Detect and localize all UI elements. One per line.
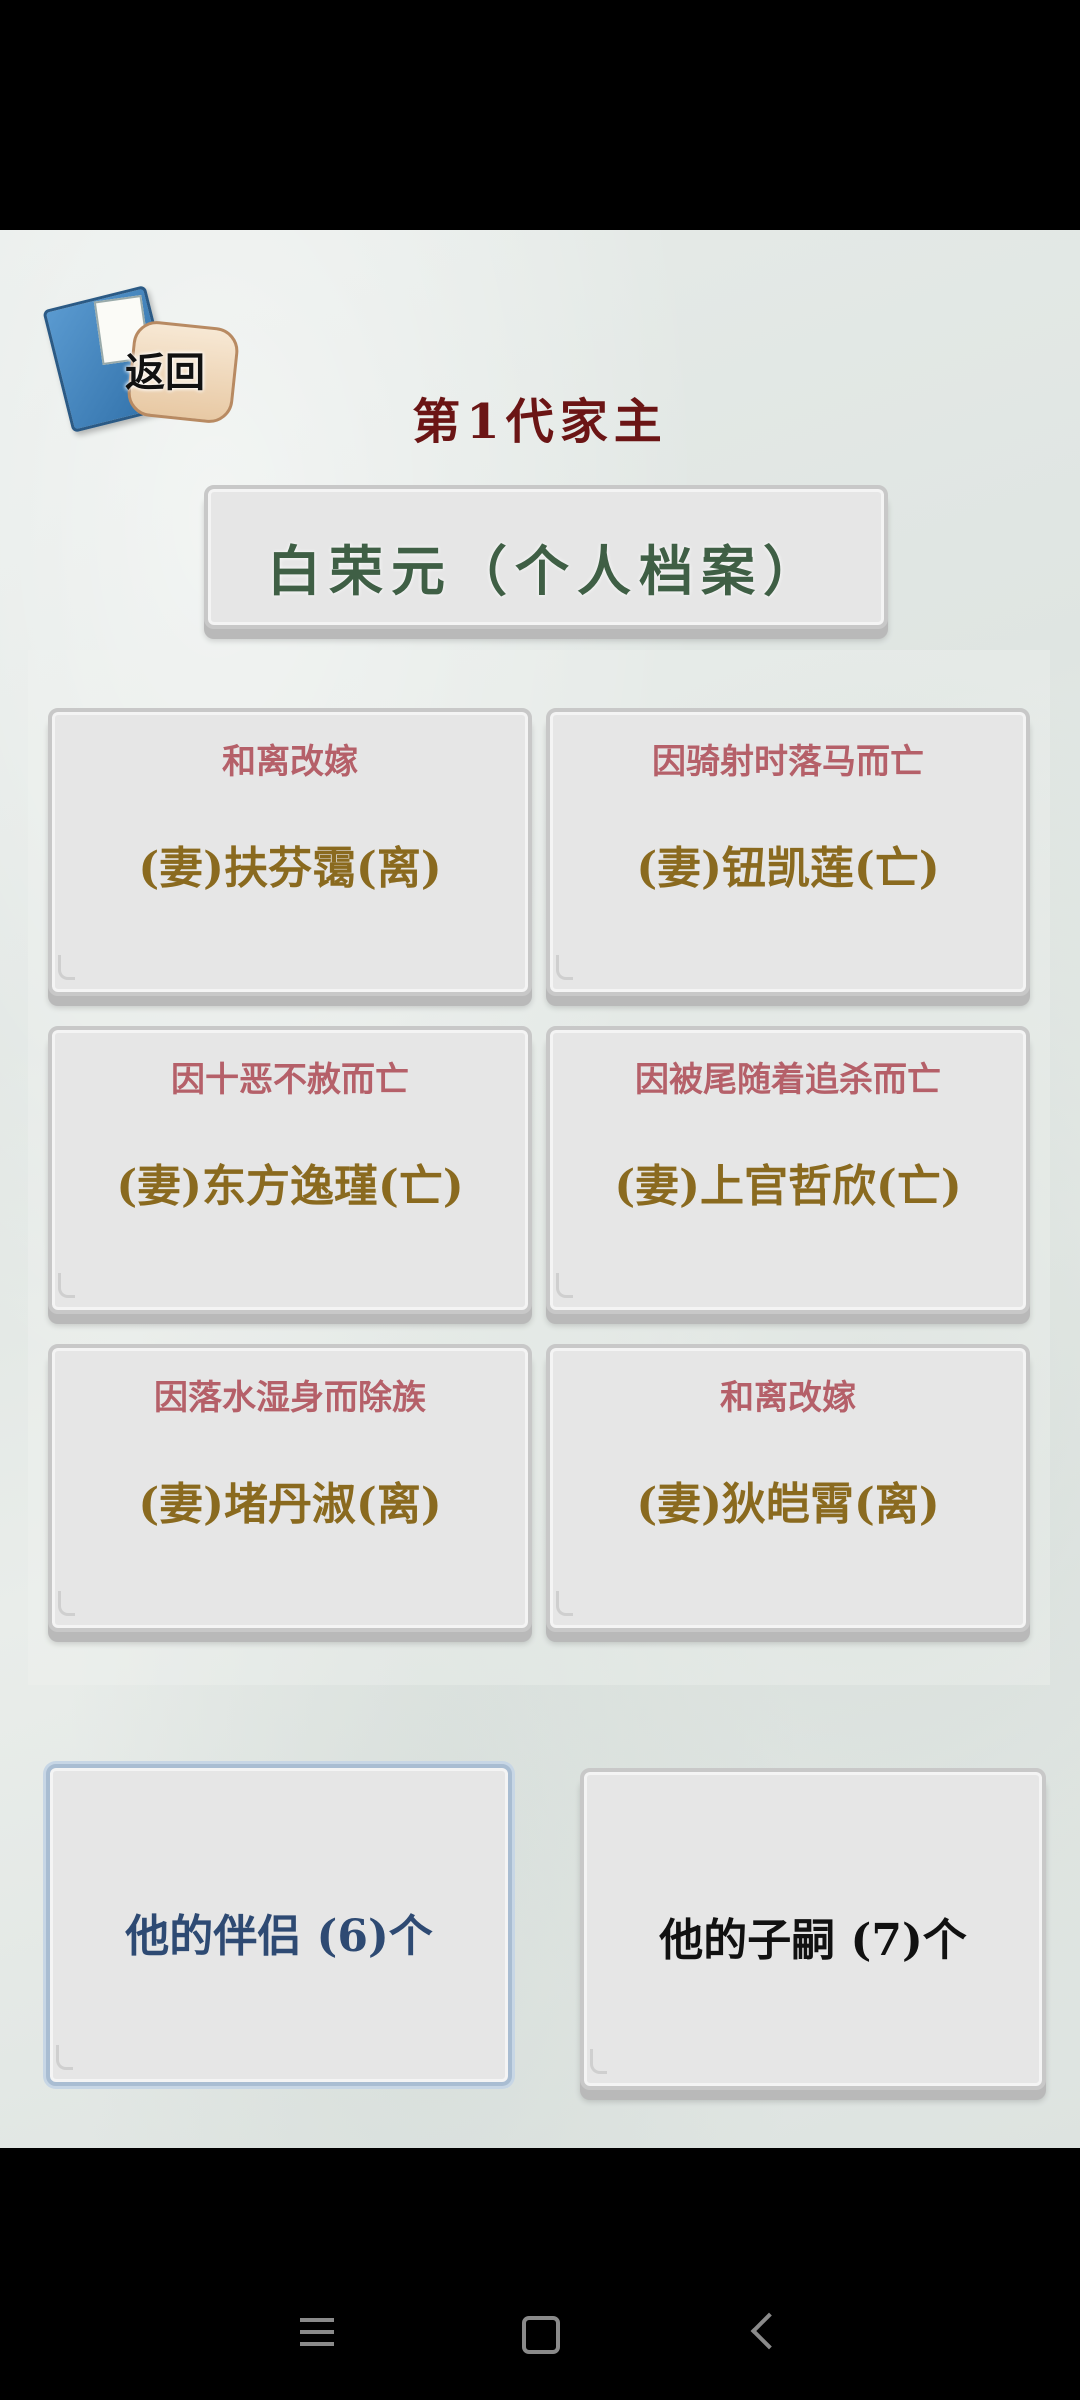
spouse-name: (妻)钮凯莲(亡) (636, 843, 940, 894)
spouse-card[interactable]: 因骑射时落马而亡 (妻)钮凯莲(亡) (546, 708, 1030, 996)
spouse-name: (妻)东方逸瑾(亡) (116, 1161, 464, 1212)
page-curl-decoration (590, 2049, 607, 2074)
home-square-icon[interactable] (522, 2316, 560, 2354)
system-nav-bar (0, 2148, 1080, 2400)
spouse-cause: 和离改嫁 (720, 1378, 856, 1418)
partners-button[interactable]: 他的伴侣 (6)个 (46, 1764, 512, 2086)
menu-icon[interactable] (300, 2318, 334, 2354)
page-curl-decoration (58, 1273, 75, 1298)
spouse-name: (妻)堵丹淑(离) (138, 1479, 442, 1530)
spouse-card[interactable]: 和离改嫁 (妻)狄皑霄(离) (546, 1344, 1030, 1632)
back-chevron-icon[interactable] (750, 2312, 788, 2350)
generation-title: 第1代家主 (412, 394, 668, 450)
spouse-card[interactable]: 因被尾随着追杀而亡 (妻)上官哲欣(亡) (546, 1026, 1030, 1314)
page-curl-decoration (58, 1591, 75, 1616)
spouse-card[interactable]: 因落水湿身而除族 (妻)堵丹淑(离) (48, 1344, 532, 1632)
partners-label: 他的伴侣 (6)个 (125, 1911, 433, 1962)
spouse-cause: 因十恶不赦而亡 (171, 1060, 409, 1100)
page-curl-decoration (58, 955, 75, 980)
spouse-name: (妻)扶芬霭(离) (138, 843, 442, 894)
children-label: 他的子嗣 (7)个 (659, 1915, 967, 1966)
profile-name: 白荣元（个人档案） (267, 539, 825, 603)
spouse-card[interactable]: 和离改嫁 (妻)扶芬霭(离) (48, 708, 532, 996)
spouse-cause: 和离改嫁 (222, 742, 358, 782)
spouse-cause: 因落水湿身而除族 (154, 1378, 426, 1418)
page-curl-decoration (56, 2045, 73, 2070)
children-button[interactable]: 他的子嗣 (7)个 (580, 1768, 1046, 2090)
page-curl-decoration (556, 1273, 573, 1298)
spouse-cause: 因骑射时落马而亡 (652, 742, 924, 782)
spouse-name: (妻)狄皑霄(离) (636, 1479, 940, 1530)
page-curl-decoration (556, 1591, 573, 1616)
spouse-cause: 因被尾随着追杀而亡 (635, 1060, 941, 1100)
spouse-name: (妻)上官哲欣(亡) (614, 1161, 962, 1212)
app-screen: 返回 第1代家主 白荣元（个人档案） 和离改嫁 (妻)扶芬霭(离) 因骑射时落马… (0, 230, 1080, 2148)
spouse-card[interactable]: 因十恶不赦而亡 (妻)东方逸瑾(亡) (48, 1026, 532, 1314)
page-curl-decoration (556, 955, 573, 980)
name-plate: 白荣元（个人档案） (204, 485, 888, 629)
